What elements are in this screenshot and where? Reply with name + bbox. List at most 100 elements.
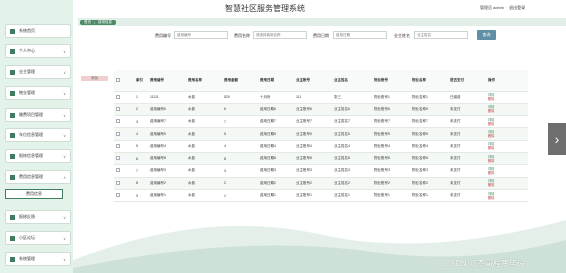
- sidebar-item-fees[interactable]: 费用信息管理 ∧: [5, 170, 71, 184]
- sidebar-item-fee-items[interactable]: 缴费项目管理 ∨: [5, 108, 71, 122]
- row-select-cell[interactable]: [114, 127, 134, 141]
- select-all-header[interactable]: [114, 70, 134, 92]
- fee-date-input[interactable]: [333, 31, 387, 39]
- row-select-cell[interactable]: [114, 103, 134, 117]
- sidebar-item-owners[interactable]: 业主管理 ∨: [5, 65, 71, 79]
- delete-button[interactable]: 删除: [488, 171, 526, 175]
- table-header: 物业账号: [372, 70, 410, 92]
- chevron-down-icon: ∨: [63, 113, 66, 118]
- delete-button[interactable]: 删除: [488, 146, 526, 150]
- grid-icon: [10, 112, 15, 118]
- cell-date: 费用日期3: [258, 164, 294, 178]
- row-select-cell[interactable]: [114, 115, 134, 129]
- cell-code: 费用编号6: [148, 103, 186, 117]
- page-title: 智慧社区服务管理系统: [225, 4, 305, 13]
- row-select-cell[interactable]: [114, 152, 134, 166]
- cell-prop-name: 物业名称1: [410, 91, 448, 104]
- delete-button[interactable]: 删除: [488, 97, 526, 101]
- submenu-item-fee-info[interactable]: 费用信息: [5, 189, 63, 199]
- delete-button[interactable]: 删除: [488, 159, 526, 163]
- cell-account: 业主账号7: [294, 115, 332, 129]
- logout-link[interactable]: 退出登录: [509, 5, 525, 10]
- chevron-down-icon: ∨: [63, 257, 66, 262]
- owner-name-label: 业主姓名: [394, 33, 410, 38]
- sidebar-item-label: 费用信息管理: [19, 174, 43, 179]
- cell-idx: 7: [134, 164, 148, 178]
- cell-owner: 业主姓名7: [332, 115, 372, 129]
- sidebar-item-repair-feedback[interactable]: 报修反馈 ∨: [5, 210, 71, 224]
- home-icon: [10, 28, 15, 34]
- sidebar-item-repairs[interactable]: 报修信息管理 ∨: [5, 149, 71, 163]
- cell-amount: 6: [222, 103, 258, 117]
- table-header: 业主账号: [294, 70, 332, 92]
- cell-account: 业主账号8: [294, 152, 332, 166]
- breadcrumb-separator: /: [94, 20, 95, 25]
- sidebar-item-parking[interactable]: 车位信息管理 ∨: [5, 128, 71, 142]
- cell-code: 费用编号1: [148, 189, 186, 203]
- sidebar-item-home[interactable]: 系统首页: [5, 24, 71, 38]
- delete-button[interactable]: 删除: [488, 109, 526, 113]
- row-select-cell[interactable]: [114, 189, 134, 203]
- next-arrow-icon[interactable]: ›: [548, 123, 566, 155]
- breadcrumb-home[interactable]: 首页: [84, 20, 91, 25]
- sidebar-item-forum[interactable]: 小区论坛 ∨: [5, 231, 71, 245]
- row-actions: 详情 删除: [486, 127, 528, 141]
- cell-account: 业主账号6: [294, 103, 332, 117]
- fee-name-select[interactable]: [253, 31, 307, 39]
- cell-paid: 未支付: [448, 152, 486, 166]
- row-checkbox[interactable]: [116, 143, 120, 148]
- row-select-cell[interactable]: [114, 91, 134, 104]
- owner-name-input[interactable]: [414, 31, 468, 39]
- cell-prop-name: 物业名称5: [410, 127, 448, 141]
- chevron-down-icon: ∨: [63, 133, 66, 138]
- cell-paid: 已缴费: [448, 91, 486, 104]
- row-checkbox[interactable]: [116, 106, 120, 111]
- sidebar-item-label: 个人中心: [19, 48, 35, 53]
- breadcrumb: 首页 / 费用信息: [80, 20, 116, 25]
- cell-paid: 未支付: [448, 164, 486, 178]
- delete-button[interactable]: 删除: [488, 196, 526, 200]
- cell-amount: 7: [222, 115, 258, 129]
- row-select-cell[interactable]: [114, 164, 134, 178]
- sidebar-item-property[interactable]: 物业管理 ∨: [5, 86, 71, 100]
- row-checkbox[interactable]: [116, 131, 120, 136]
- add-button[interactable]: 添加: [81, 76, 108, 81]
- fee-code-input[interactable]: [174, 31, 228, 39]
- delete-button[interactable]: 删除: [488, 134, 526, 138]
- sidebar-item-label: 小区论坛: [19, 235, 35, 240]
- cell-code: 费用编号3: [148, 164, 186, 178]
- cell-idx: 2: [134, 103, 148, 117]
- row-checkbox[interactable]: [116, 193, 120, 198]
- property-icon: [10, 90, 15, 96]
- table-header: 索引: [134, 70, 148, 92]
- grid-icon: [10, 132, 15, 138]
- row-select-cell[interactable]: [114, 177, 134, 190]
- sidebar-item-profile[interactable]: 个人中心 ∨: [5, 44, 71, 58]
- cell-date: 十月份: [258, 91, 294, 104]
- sidebar-item-system[interactable]: 系统管理 ∨: [5, 252, 71, 266]
- cell-idx: 5: [134, 140, 148, 153]
- cell-paid: 未支付: [448, 127, 486, 141]
- row-checkbox[interactable]: [116, 168, 120, 173]
- select-all-checkbox[interactable]: [116, 77, 120, 82]
- cell-prop-acct: 物业账号1: [372, 91, 410, 104]
- row-checkbox[interactable]: [116, 156, 120, 161]
- cell-code: 费用编号7: [148, 115, 186, 129]
- forum-icon: [10, 235, 15, 241]
- delete-button[interactable]: 删除: [488, 122, 526, 126]
- delete-button[interactable]: 删除: [488, 183, 526, 187]
- row-checkbox[interactable]: [116, 180, 120, 185]
- owners-icon: [10, 69, 15, 75]
- search-button[interactable]: 查询: [477, 30, 496, 40]
- cell-owner: 业主姓名8: [332, 152, 372, 166]
- sidebar-item-label: 报修信息管理: [19, 153, 43, 158]
- table-header-row: 索引 费用编号 费用名称 费用金额 费用日期 业主账号 业主姓名 物业账号 物业…: [114, 70, 528, 92]
- cell-date: 费用日期2: [258, 177, 294, 190]
- cell-account: 业主账号1: [294, 189, 332, 203]
- row-checkbox[interactable]: [116, 119, 120, 124]
- row-select-cell[interactable]: [114, 140, 134, 153]
- cell-code: 费用编号5: [148, 127, 186, 141]
- cell-amount: 520: [222, 91, 258, 104]
- row-checkbox[interactable]: [116, 94, 120, 99]
- row-actions: 详情 删除: [486, 152, 528, 166]
